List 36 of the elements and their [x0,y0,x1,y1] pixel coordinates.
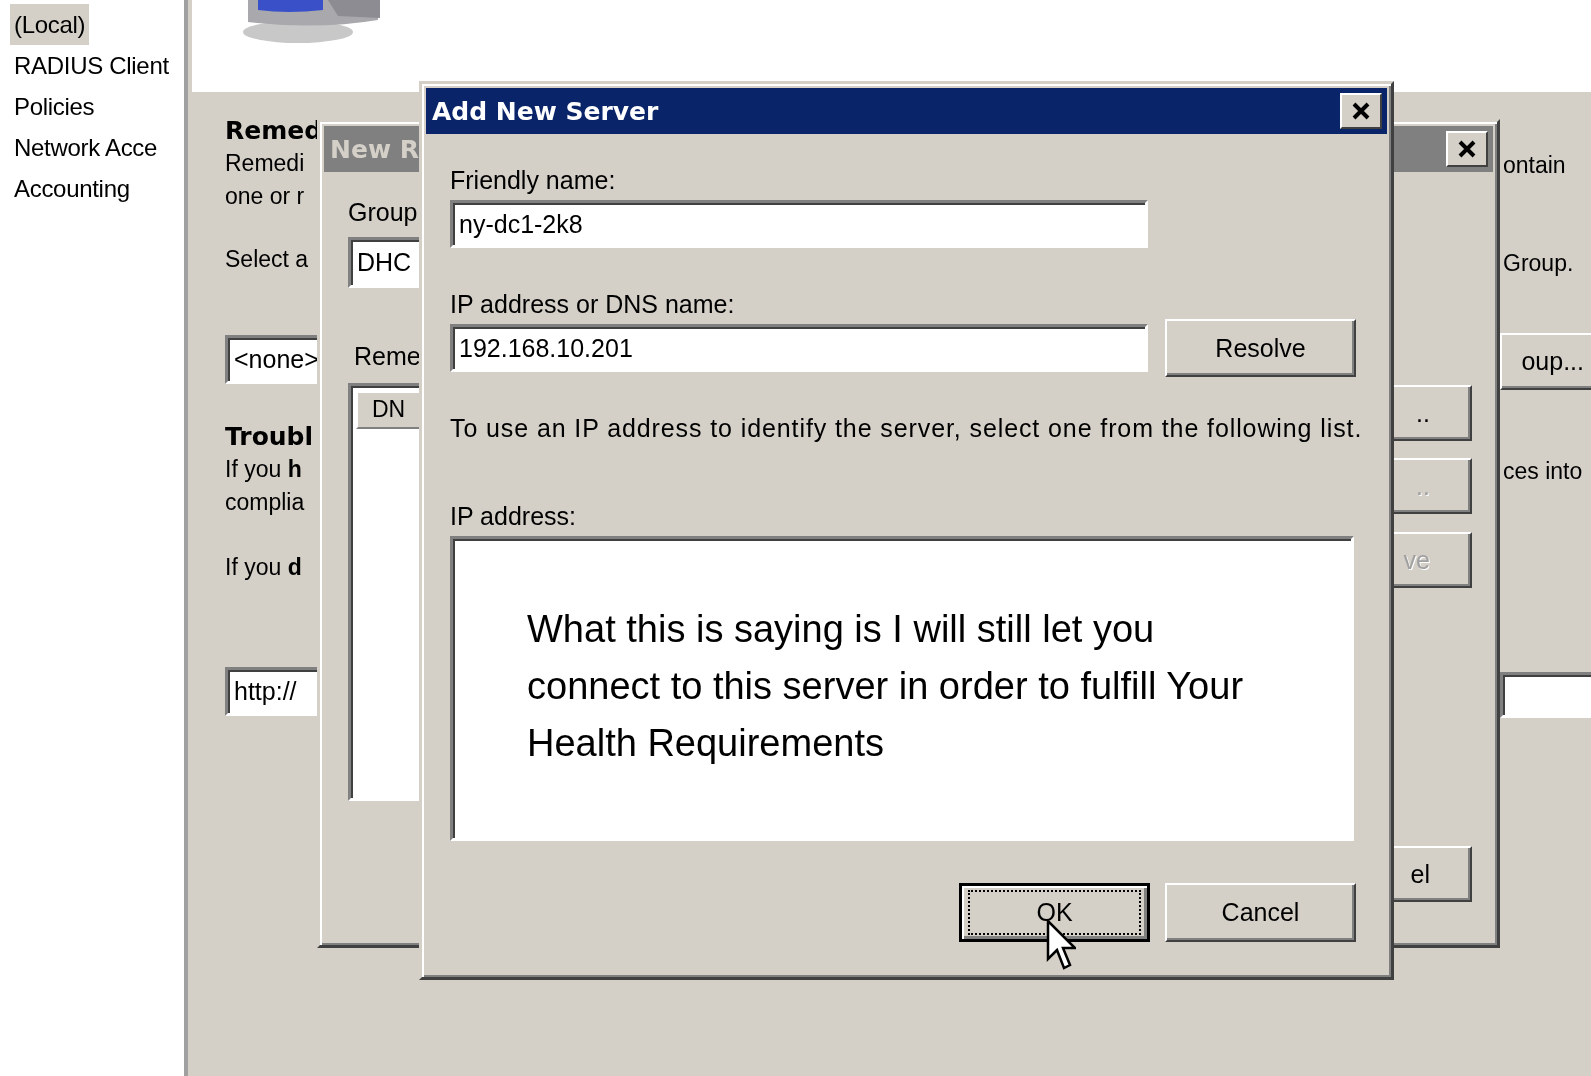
body-text: Group. [1503,250,1574,277]
dialog-button[interactable]: OK [959,883,1150,942]
input-field[interactable] [1500,672,1591,718]
close-icon [1351,102,1371,120]
annotation-text: What this is saying is I will still let you connect to this server in order to fulfill Your Health Requirements [527,607,1245,766]
tree-item[interactable]: Policies [10,86,99,127]
field-label: Group [348,198,418,227]
input-field[interactable]: 192.168.10.201 [450,324,1148,372]
input-field[interactable]: ny-dc1-2k8 [450,200,1148,248]
dialog-title: New R [330,134,419,164]
close-button[interactable] [1446,131,1488,167]
hint-text: To use an IP address to identify the server, select one from the following list. [450,414,1363,443]
dialog-button[interactable]: Cancel [1165,883,1356,942]
body-text: If you d [225,554,302,581]
body-text: complia [225,489,305,516]
list-box[interactable]: What this is saying is I will still let you connect to this server in order to fulfill Your Health Requirements [450,536,1354,841]
body-text: Remedi [225,150,305,177]
tree-item[interactable]: (Local) [10,4,90,45]
field-label: Friendly name: [450,166,616,195]
tree-item[interactable]: Accounting [10,168,134,209]
close-button[interactable] [1340,93,1382,129]
dialog-title: Add New Server [432,96,659,126]
body-text: ontain [1503,152,1566,179]
cursor-icon [1046,919,1076,971]
section-heading: Troubl [225,422,314,451]
body-text: Select a [225,246,309,273]
field-label: IP address or DNS name: [450,290,735,319]
body-text: ces into [1503,458,1583,485]
field-label: IP address: [450,502,576,531]
group-button[interactable]: oup... [1500,333,1591,390]
resolve-button[interactable]: Resolve [1165,319,1356,377]
body-text: If you h [225,456,302,483]
tree-item[interactable]: Network Acce [10,127,162,168]
tree-item[interactable]: RADIUS Client [10,45,173,86]
close-icon [1457,140,1477,158]
body-text: one or r [225,183,305,210]
